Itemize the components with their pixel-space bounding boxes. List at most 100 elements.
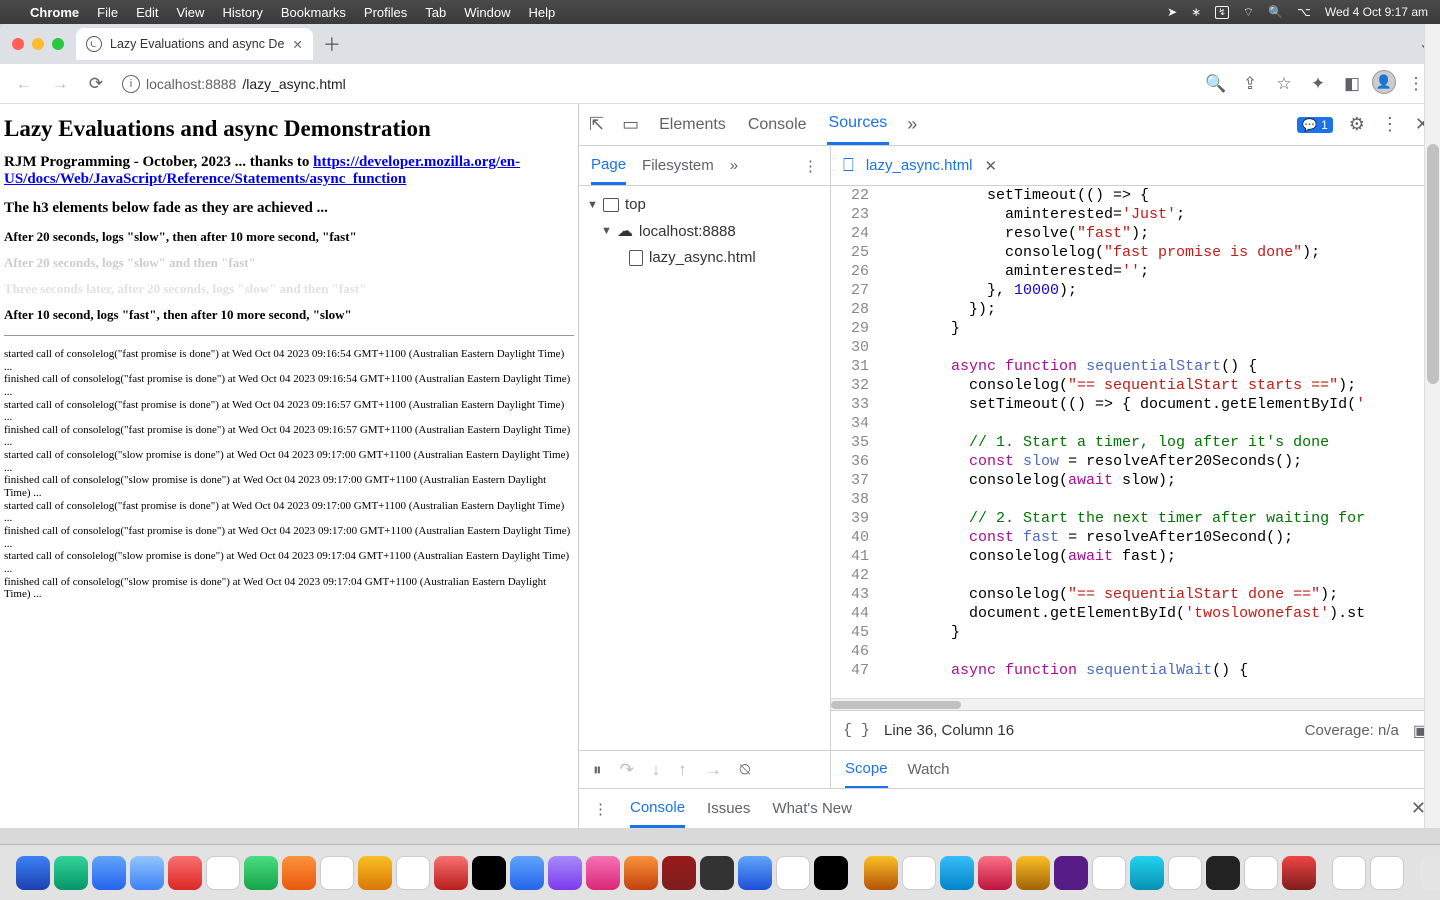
step-out-icon[interactable]: ↑ — [678, 760, 687, 780]
step-into-icon[interactable]: ↓ — [652, 760, 661, 780]
drawer-menu-icon[interactable]: ⋮ — [593, 800, 608, 818]
new-tab-button[interactable]: ＋ — [323, 31, 341, 57]
code-line[interactable]: 43 consolelog("== sequentialStart done =… — [831, 585, 1440, 604]
line-number[interactable]: 28 — [831, 300, 879, 319]
code-line[interactable]: 38 — [831, 490, 1440, 509]
code-line[interactable]: 30 — [831, 338, 1440, 357]
dock-finder-icon[interactable] — [16, 856, 50, 890]
dock-app-icon[interactable] — [434, 856, 468, 890]
dock-app-icon[interactable] — [1016, 856, 1050, 890]
dock-app-icon[interactable] — [1282, 856, 1316, 890]
profile-avatar[interactable]: 👤 — [1372, 70, 1396, 94]
line-number[interactable]: 26 — [831, 262, 879, 281]
bluetooth-icon[interactable]: ∗ — [1191, 5, 1201, 19]
dock-app-icon[interactable] — [624, 856, 658, 890]
code-line[interactable]: 45 } — [831, 623, 1440, 642]
code-line[interactable]: 33 setTimeout(() => { document.getElemen… — [831, 395, 1440, 414]
window-scrollbar[interactable] — [1424, 24, 1440, 828]
drawer-tab-whatsnew[interactable]: What's New — [772, 800, 852, 817]
dock-app-icon[interactable] — [776, 856, 810, 890]
dock-app-icon[interactable] — [940, 856, 974, 890]
line-number[interactable]: 29 — [831, 319, 879, 338]
window-zoom-button[interactable] — [52, 38, 64, 50]
line-number[interactable]: 42 — [831, 566, 879, 585]
devtools-tab-console[interactable]: Console — [746, 104, 809, 145]
tree-top[interactable]: ▼top — [579, 192, 830, 217]
app-name[interactable]: Chrome — [30, 5, 79, 20]
line-number[interactable]: 31 — [831, 357, 879, 376]
code-line[interactable]: 37 consolelog(await slow); — [831, 471, 1440, 490]
editor-file-tab[interactable]: lazy_async.html — [866, 157, 973, 174]
code-line[interactable]: 26 aminterested=''; — [831, 262, 1440, 281]
code-line[interactable]: 23 aminterested='Just'; — [831, 205, 1440, 224]
dock-app-icon[interactable] — [510, 856, 544, 890]
code-line[interactable]: 34 — [831, 414, 1440, 433]
code-line[interactable]: 28 }); — [831, 300, 1440, 319]
extensions-icon[interactable]: ✦ — [1304, 70, 1332, 98]
line-number[interactable]: 39 — [831, 509, 879, 528]
forward-button[interactable]: → — [46, 70, 74, 98]
dock-app-icon[interactable] — [700, 856, 734, 890]
line-number[interactable]: 46 — [831, 642, 879, 661]
code-line[interactable]: 32 consolelog("== sequentialStart starts… — [831, 376, 1440, 395]
menu-tab[interactable]: Tab — [425, 5, 446, 20]
code-line[interactable]: 31 async function sequentialStart() { — [831, 357, 1440, 376]
dock-chrome-icon[interactable] — [1092, 856, 1126, 890]
dock-app-icon[interactable] — [1168, 856, 1202, 890]
code-line[interactable]: 41 consolelog(await fast); — [831, 547, 1440, 566]
drawer-tab-issues[interactable]: Issues — [707, 800, 750, 817]
line-number[interactable]: 47 — [831, 661, 879, 680]
menu-history[interactable]: History — [222, 5, 262, 20]
line-number[interactable]: 24 — [831, 224, 879, 243]
scope-tab[interactable]: Scope — [845, 751, 888, 788]
watch-tab[interactable]: Watch — [908, 761, 950, 778]
issues-badge[interactable]: 💬 1 — [1297, 117, 1333, 133]
dock-app-icon[interactable] — [864, 856, 898, 890]
code-line[interactable]: 47 async function sequentialWait() { — [831, 661, 1440, 680]
toggle-navigator-icon[interactable]: ⎕ — [843, 155, 854, 176]
dock-app-icon[interactable] — [206, 856, 240, 890]
line-number[interactable]: 22 — [831, 186, 879, 205]
devtools-settings-icon[interactable]: ⚙ — [1349, 114, 1365, 135]
code-line[interactable]: 39 // 2. Start the next timer after wait… — [831, 509, 1440, 528]
dock-app-icon[interactable] — [902, 856, 936, 890]
menu-edit[interactable]: Edit — [136, 5, 158, 20]
tab-close-icon[interactable]: ✕ — [292, 37, 302, 52]
site-info-icon[interactable]: i — [122, 75, 140, 93]
code-line[interactable]: 25 consolelog("fast promise is done"); — [831, 243, 1440, 262]
dock-app-icon[interactable] — [814, 856, 848, 890]
navigator-menu-icon[interactable]: ⋮ — [803, 157, 818, 175]
navigator-tab-page[interactable]: Page — [591, 146, 626, 185]
menu-file[interactable]: File — [97, 5, 118, 20]
line-number[interactable]: 40 — [831, 528, 879, 547]
dock-app-icon[interactable] — [1130, 856, 1164, 890]
dock-app-icon[interactable] — [320, 856, 354, 890]
line-number[interactable]: 36 — [831, 452, 879, 471]
line-number[interactable]: 44 — [831, 604, 879, 623]
spotlight-icon[interactable]: 🔍 — [1268, 5, 1283, 19]
dock-app-icon[interactable] — [358, 856, 392, 890]
line-number[interactable]: 34 — [831, 414, 879, 433]
drawer-tab-console[interactable]: Console — [630, 789, 685, 828]
dock-app-icon[interactable] — [472, 856, 506, 890]
dock-app-icon[interactable] — [1244, 856, 1278, 890]
code-line[interactable]: 36 const slow = resolveAfter20Seconds(); — [831, 452, 1440, 471]
menu-bookmarks[interactable]: Bookmarks — [281, 5, 346, 20]
dock-app-icon[interactable] — [1370, 856, 1404, 890]
pause-button[interactable]: ⏸ — [593, 760, 602, 780]
inspect-element-icon[interactable]: ⇱ — [589, 114, 604, 135]
tree-origin[interactable]: ▼☁localhost:8888 — [579, 217, 830, 245]
dock-app-icon[interactable] — [978, 856, 1012, 890]
editor-horizontal-scrollbar[interactable] — [831, 698, 1440, 710]
back-button[interactable]: ← — [10, 70, 38, 98]
code-line[interactable]: 24 resolve("fast"); — [831, 224, 1440, 243]
line-number[interactable]: 43 — [831, 585, 879, 604]
dock-chrome-icon[interactable] — [1332, 856, 1366, 890]
code-line[interactable]: 22 setTimeout(() => { — [831, 186, 1440, 205]
tree-file[interactable]: lazy_async.html — [579, 245, 830, 270]
line-number[interactable]: 33 — [831, 395, 879, 414]
share-icon[interactable]: ⇪ — [1236, 70, 1264, 98]
devtools-tab-sources[interactable]: Sources — [827, 104, 890, 145]
devtools-menu-icon[interactable]: ⋮ — [1381, 114, 1399, 135]
code-editor[interactable]: 22 setTimeout(() => {23 aminterested='Ju… — [831, 186, 1440, 698]
